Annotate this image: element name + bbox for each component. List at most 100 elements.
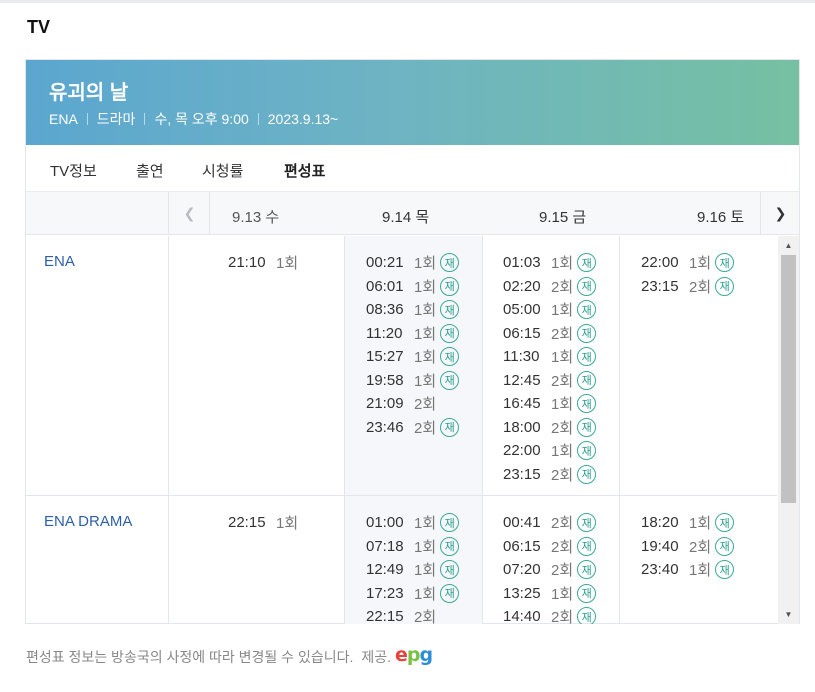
airing-slot: 07:18 1회 재 [366,535,460,559]
airing-time: 21:10 [228,254,266,272]
tab-schedule[interactable]: 편성표 [280,160,329,196]
episode-number: 2회 [551,538,574,556]
episode-number: 2회 [551,515,574,533]
tab-tv-info[interactable]: TV정보 [50,160,97,181]
show-title[interactable]: 유괴의 날 [49,76,128,105]
rerun-badge: 재 [440,370,460,390]
rerun-badge: 재 [715,560,735,580]
rerun-badge: 재 [577,441,597,461]
rerun-badge: 재 [715,253,735,273]
rerun-badge: 재 [577,464,597,484]
airing-slot: 02:20 2회 재 [503,275,597,299]
airing-time: 06:15 [503,537,541,555]
date-bar-divider [168,192,169,235]
scroll-down-icon[interactable]: ▼ [778,606,799,623]
airing-time: 06:15 [503,324,541,342]
airing-slot: 05:00 1회 재 [503,298,597,322]
airing-time: 18:20 [641,514,679,532]
episode-number: 2회 [551,466,574,484]
airing-slot: 21:09 2회 [366,392,459,416]
date-label: 9.15 금 [539,209,587,226]
airing-time: 15:27 [366,348,404,366]
episode-number: 2회 [551,325,574,343]
episode-number: 1회 [414,255,437,273]
day-cell: 01:00 1회 재 07:18 1회 재 12:49 1회 재 17:23 1회 재 22:15 2회 [345,496,483,624]
rerun-badge: 재 [440,253,460,273]
date-bar: ❮ 9.13 수 9.14 목 9.15 금 9.16 토 ❯ [26,192,799,235]
airing-time: 05:00 [503,301,541,319]
rerun-badge: 재 [577,347,597,367]
airing-slot: 19:58 1회 재 [366,369,460,393]
episode-number: 1회 [551,443,574,461]
epg-logo[interactable]: epg [395,644,433,666]
next-date-button[interactable]: ❯ [760,192,800,235]
airing-time: 22:00 [503,442,541,460]
episode-number: 1회 [414,372,437,390]
channel-name[interactable]: ENA [44,253,75,270]
airing-slot: 01:03 1회 재 [503,251,597,275]
airing-slot: 23:15 2회 재 [641,275,735,299]
rerun-badge: 재 [440,513,460,533]
scrollbar-thumb[interactable] [781,255,796,503]
airing-time: 01:00 [366,514,404,532]
rerun-badge: 재 [440,536,460,556]
episode-number: 1회 [276,255,299,273]
rerun-badge: 재 [577,276,597,296]
scroll-up-icon[interactable]: ▲ [778,237,799,254]
airing-time: 21:09 [366,395,404,413]
airing-time: 23:46 [366,418,404,436]
airing-time: 23:15 [503,465,541,483]
airing-slot: 22:15 1회 [228,511,298,535]
rerun-badge: 재 [577,560,597,580]
channel-cell: ENA DRAMA [26,496,169,624]
rerun-badge: 재 [440,583,460,603]
episode-number: 1회 [414,585,437,603]
tab-ratings[interactable]: 시청률 [202,160,243,181]
tab-cast[interactable]: 출연 [136,160,164,181]
airing-slot: 07:20 2회 재 [503,558,597,582]
airing-time: 06:01 [366,277,404,295]
episode-number: 2회 [551,419,574,437]
rerun-badge: 재 [577,513,597,533]
airing-slot: 00:41 2회 재 [503,511,597,535]
airing-time: 08:36 [366,301,404,319]
rerun-badge: 재 [440,323,460,343]
airing-slot: 23:40 1회 재 [641,558,735,582]
episode-number: 1회 [551,302,574,320]
airing-time: 02:20 [503,277,541,295]
rerun-badge: 재 [577,370,597,390]
day-cell: 22:15 1회 [169,496,345,624]
airing-slot: 12:45 2회 재 [503,369,597,393]
airing-slot: 19:40 2회 재 [641,535,735,559]
airing-slot: 13:25 1회 재 [503,582,597,606]
airing-time: 00:21 [366,254,404,272]
airing-time: 11:20 [366,324,403,342]
channel-name[interactable]: ENA DRAMA [44,513,132,530]
episode-number: 1회 [551,349,574,367]
airing-time: 00:41 [503,514,541,532]
rerun-badge: 재 [715,276,735,296]
airing-time: 14:40 [503,608,541,624]
slot-list: 22:00 1회 재 23:15 2회 재 [641,251,735,299]
tv-info-panel: 유괴의 날 ENA 드라마 수, 목 오후 9:00 2023.9.13~ TV… [25,59,800,624]
day-cell: 18:20 1회 재 19:40 2회 재 23:40 1회 재 [620,496,777,624]
rerun-badge: 재 [577,394,597,414]
scrollbar[interactable]: ▲ ▼ [778,236,799,624]
episode-number: 1회 [414,302,437,320]
meta-start-date: 2023.9.13~ [267,111,339,127]
airing-time: 16:45 [503,395,541,413]
day-cell: 21:10 1회 [169,236,345,495]
show-meta: ENA 드라마 수, 목 오후 9:00 2023.9.13~ [49,109,338,129]
episode-number: 2회 [689,278,712,296]
prev-date-button[interactable]: ❮ [170,192,210,235]
episode-number: 2회 [551,609,574,624]
airing-slot: 11:20 1회 재 [366,322,460,346]
episode-number: 1회 [551,396,574,414]
slot-list: 21:10 1회 [228,251,298,275]
rerun-badge: 재 [715,536,735,556]
airing-time: 11:30 [503,348,540,366]
airing-slot: 11:30 1회 재 [503,345,597,369]
airing-time: 23:40 [641,561,679,579]
airing-time: 17:23 [366,584,404,602]
episode-number: 1회 [414,278,437,296]
